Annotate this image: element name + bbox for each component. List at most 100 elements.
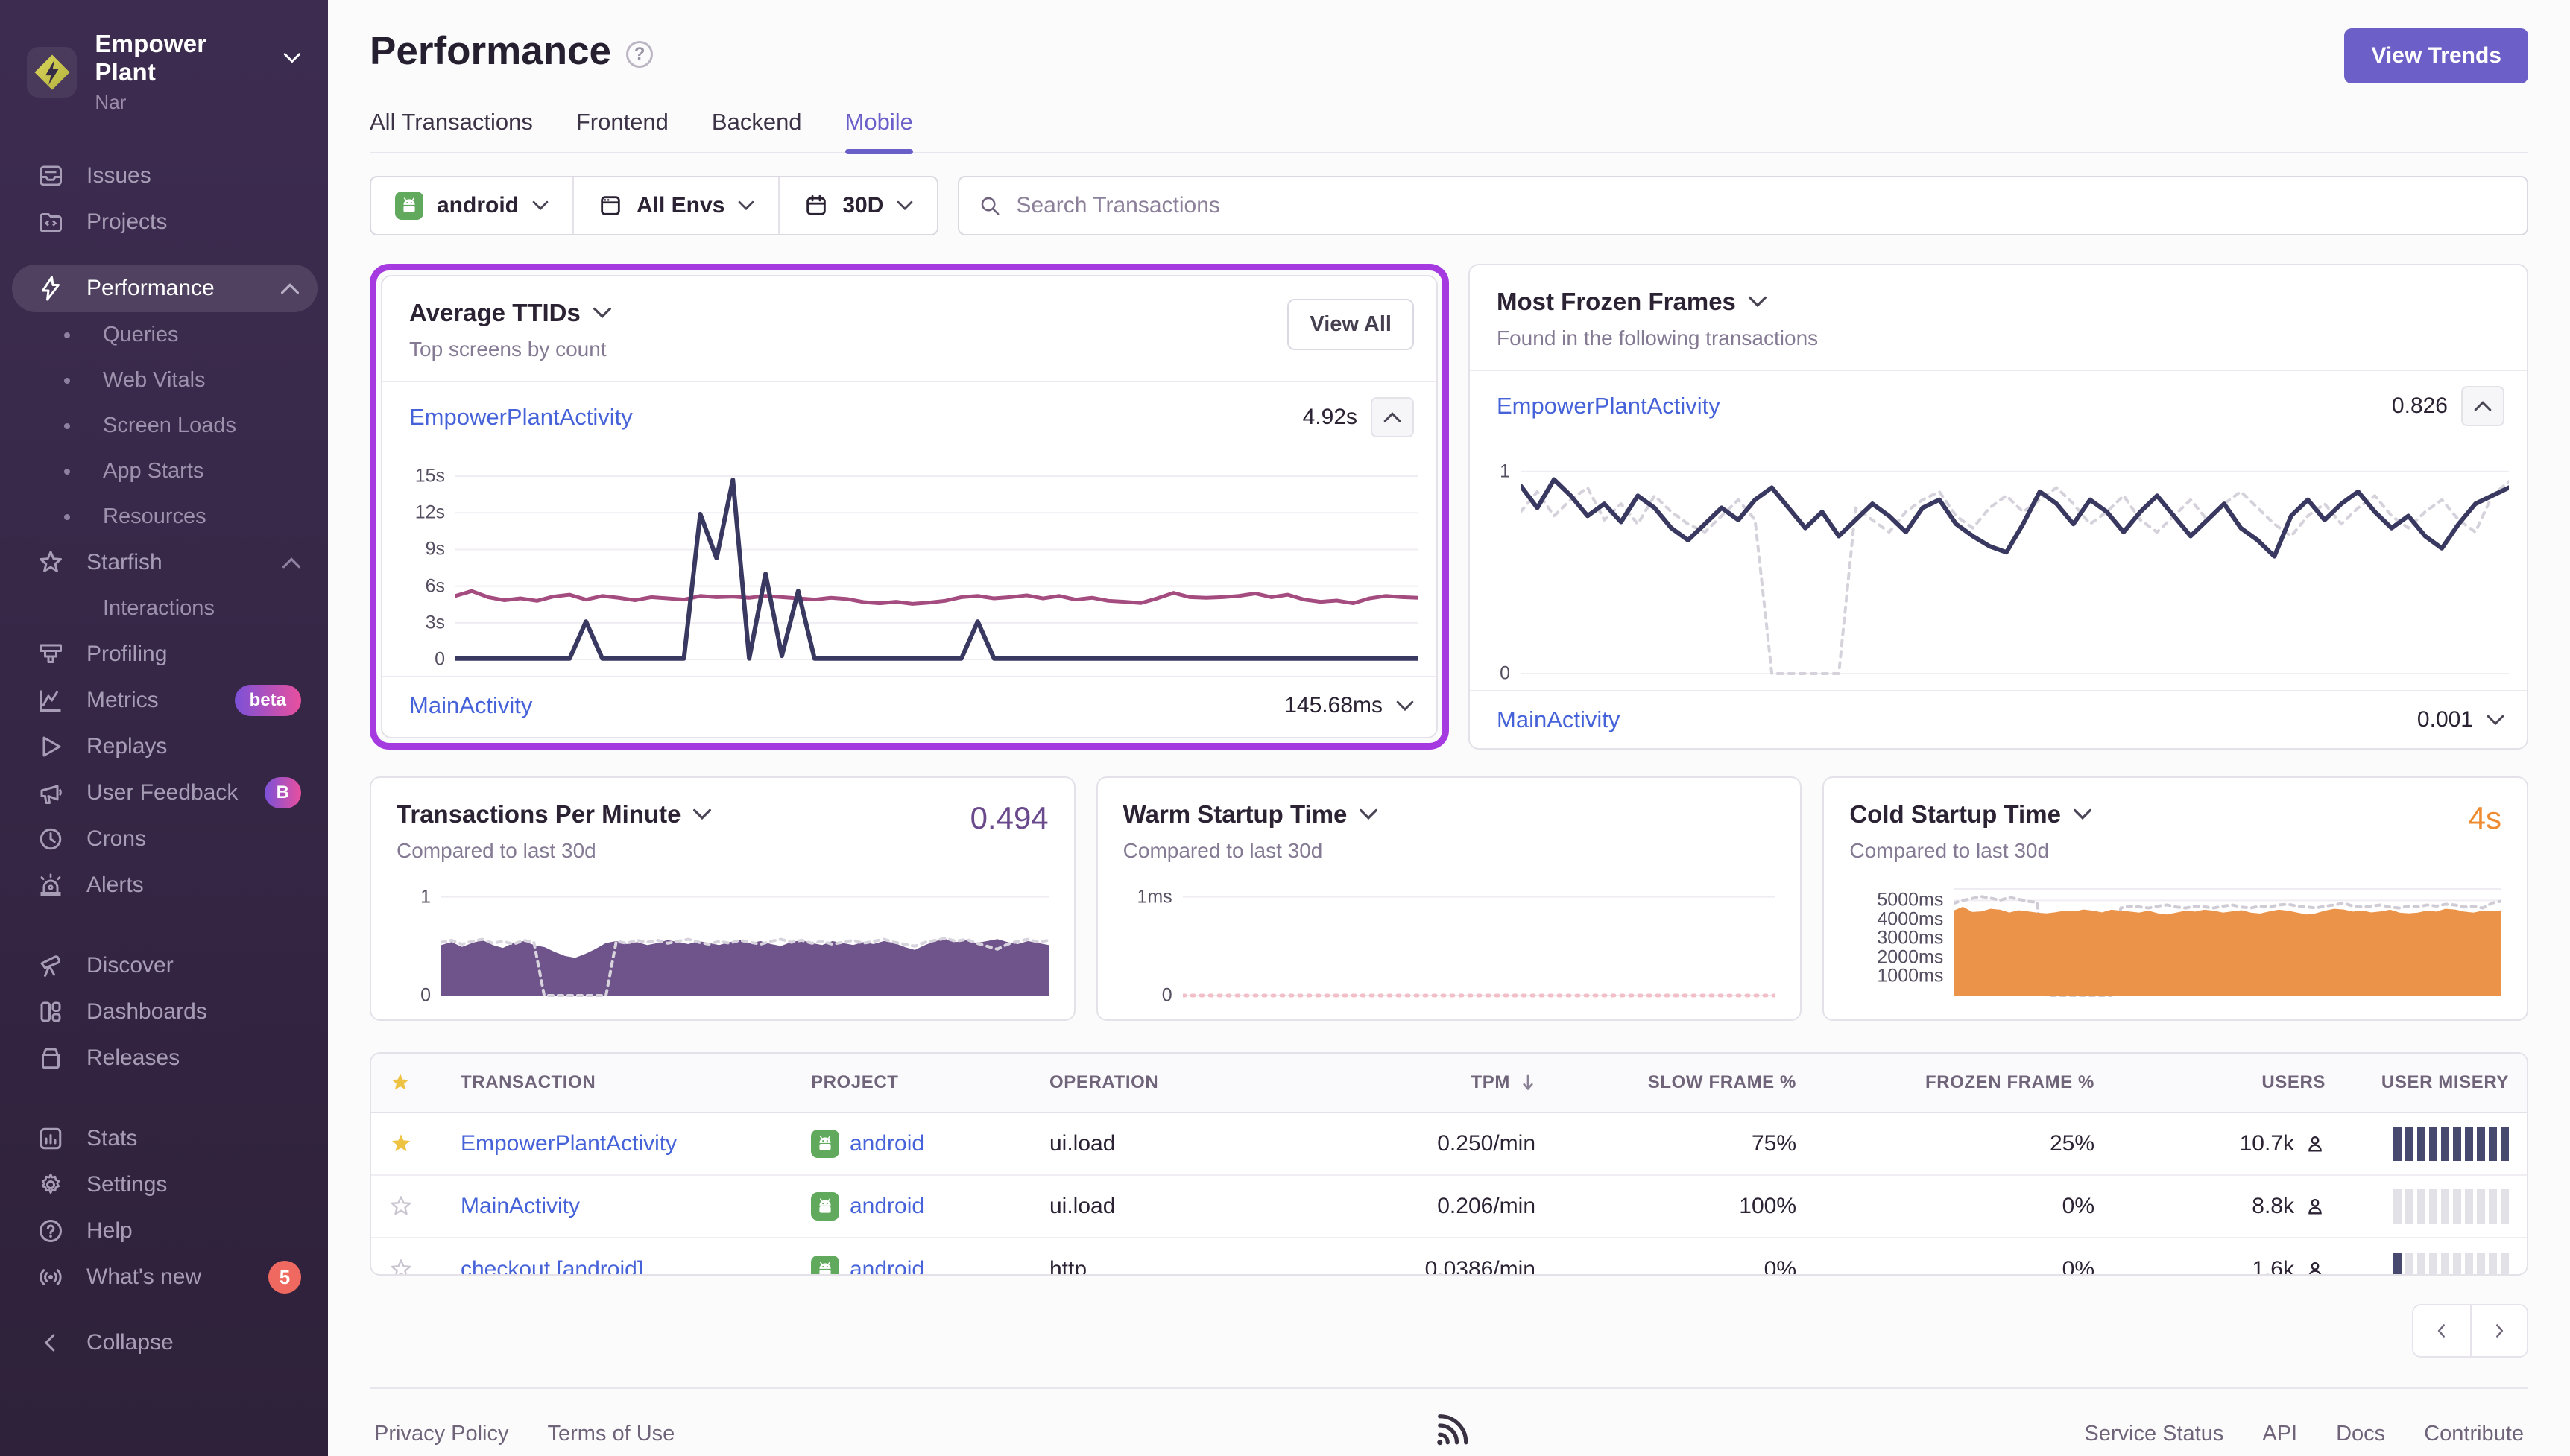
transaction-link[interactable]: checkout [android] (461, 1257, 643, 1274)
collapse-row-button[interactable] (2461, 386, 2504, 426)
transaction-link[interactable]: EmpowerPlantActivity (1497, 393, 1720, 420)
col-operation[interactable]: OPERATION (1032, 1072, 1345, 1093)
card-subtitle: Compared to last 30d (397, 839, 596, 862)
tab-mobile[interactable]: Mobile (844, 109, 914, 154)
metric-value: 0.001 (2416, 707, 2473, 732)
sidebar-item-label: Stats (86, 1126, 138, 1150)
chevron-down-icon (2073, 808, 2091, 820)
cold-startup-card: Cold Startup Time Compared to last 30d 4… (1822, 776, 2529, 1021)
sidebar-item-crons[interactable]: Crons (0, 816, 328, 862)
sidebar-item-issues[interactable]: Issues (0, 153, 328, 199)
org-logo (27, 46, 78, 98)
sidebar-item-discover[interactable]: Discover (0, 943, 328, 989)
project-filter[interactable]: android (371, 177, 572, 234)
sidebar-item-performance[interactable]: Performance (12, 265, 318, 312)
date-range-filter[interactable]: 30D (778, 177, 937, 234)
sidebar-item-screen-loads[interactable]: Screen Loads (0, 403, 328, 449)
search-icon (982, 197, 1000, 215)
sidebar-item-collapse[interactable]: Collapse (0, 1320, 328, 1366)
sidebar-item-settings[interactable]: Settings (0, 1162, 328, 1208)
footer: Privacy Policy Terms of Use Service Stat… (370, 1387, 2528, 1456)
sidebar-item-queries[interactable]: Queries (0, 312, 328, 358)
sidebar-item-label: Discover (86, 953, 174, 978)
cold-startup-title-dropdown[interactable]: Cold Startup Time (1849, 800, 2092, 829)
view-trends-button[interactable]: View Trends (2344, 28, 2528, 83)
user-misery-bars (2393, 1253, 2509, 1274)
sidebar-item-interactions[interactable]: Interactions (0, 586, 328, 631)
terms-link[interactable]: Terms of Use (548, 1422, 675, 1446)
view-all-button[interactable]: View All (1287, 299, 1414, 350)
sidebar-item-dashboards[interactable]: Dashboards (0, 989, 328, 1035)
most-frozen-frames-title-dropdown[interactable]: Most Frozen Frames (1497, 288, 2500, 316)
environment-filter[interactable]: All Envs (572, 177, 778, 234)
transaction-link[interactable]: MainActivity (409, 692, 532, 719)
star-toggle[interactable] (389, 1258, 413, 1274)
user-icon (2308, 1262, 2322, 1274)
prev-page-button[interactable] (2413, 1305, 2470, 1356)
next-page-button[interactable] (2470, 1305, 2527, 1356)
collapse-row-button[interactable] (1371, 397, 1414, 437)
pagination (2412, 1304, 2528, 1358)
api-link[interactable]: API (2262, 1422, 2297, 1446)
col-tpm[interactable]: TPM (1345, 1072, 1553, 1093)
col-user-misery[interactable]: USER MISERY (2343, 1072, 2527, 1093)
sidebar-item-label: User Feedback (86, 780, 239, 805)
sidebar-item-whats-new[interactable]: What's new 5 (0, 1254, 328, 1300)
col-project[interactable]: PROJECT (793, 1072, 1032, 1093)
sidebar-item-label: Collapse (86, 1330, 174, 1355)
sidebar-item-label: Queries (103, 323, 179, 346)
cold-startup-value: 4s (2468, 800, 2502, 835)
sidebar-item-web-vitals[interactable]: Web Vitals (0, 358, 328, 403)
sidebar-item-projects[interactable]: Projects (0, 199, 328, 245)
sidebar-item-user-feedback[interactable]: User Feedback B (0, 770, 328, 816)
privacy-policy-link[interactable]: Privacy Policy (374, 1422, 509, 1446)
average-ttids-card: Average TTIDs Top screens by count View … (381, 275, 1438, 738)
contribute-link[interactable]: Contribute (2424, 1422, 2524, 1446)
sidebar-item-releases[interactable]: Releases (0, 1035, 328, 1081)
sidebar-item-resources[interactable]: Resources (0, 494, 328, 539)
sidebar-item-stats[interactable]: Stats (0, 1115, 328, 1162)
sidebar-item-alerts[interactable]: Alerts (0, 862, 328, 908)
star-toggle[interactable] (389, 1132, 413, 1156)
warm-startup-title-dropdown[interactable]: Warm Startup Time (1123, 800, 1379, 829)
project-link[interactable]: android (850, 1131, 924, 1156)
user-misery-bars (2393, 1189, 2509, 1224)
col-transaction[interactable]: TRANSACTION (443, 1072, 793, 1093)
tab-frontend[interactable]: Frontend (576, 109, 669, 152)
sidebar-item-profiling[interactable]: Profiling (0, 631, 328, 677)
sidebar-item-app-starts[interactable]: App Starts (0, 449, 328, 494)
col-slow-frame[interactable]: SLOW FRAME % (1553, 1072, 1814, 1093)
project-filter-value: android (437, 193, 519, 218)
sidebar-item-metrics[interactable]: Metrics beta (0, 677, 328, 724)
sidebar-item-replays[interactable]: Replays (0, 724, 328, 770)
search-input[interactable] (1016, 193, 2507, 218)
sidebar-item-starfish[interactable]: Starfish (0, 539, 328, 586)
page-help-icon[interactable]: ? (626, 40, 654, 68)
transaction-link[interactable]: EmpowerPlantActivity (461, 1131, 677, 1156)
operation-value: http (1049, 1257, 1087, 1276)
col-users[interactable]: USERS (2112, 1072, 2343, 1093)
col-frozen-frame[interactable]: FROZEN FRAME % (1814, 1072, 2112, 1093)
average-ttids-title-dropdown[interactable]: Average TTIDs (409, 299, 1409, 327)
docs-link[interactable]: Docs (2336, 1422, 2385, 1446)
sidebar-item-help[interactable]: Help (0, 1208, 328, 1254)
gear-icon (36, 1171, 66, 1198)
expand-row-button[interactable] (2487, 715, 2504, 726)
highlight-ring: Average TTIDs Top screens by count View … (370, 264, 1449, 750)
transaction-link[interactable]: EmpowerPlantActivity (409, 404, 633, 431)
tpm-title-dropdown[interactable]: Transactions Per Minute (397, 800, 712, 829)
sidebar-item-label: Web Vitals (103, 368, 206, 392)
tab-all-transactions[interactable]: All Transactions (370, 109, 533, 152)
project-link[interactable]: android (850, 1257, 924, 1274)
tab-backend[interactable]: Backend (712, 109, 802, 152)
star-toggle[interactable] (389, 1194, 413, 1218)
org-switcher[interactable]: Empower Plant Nar (0, 30, 328, 114)
sidebar-item-label: Releases (86, 1045, 180, 1070)
issues-icon (36, 162, 66, 189)
transaction-link[interactable]: MainActivity (1497, 706, 1620, 733)
transaction-link[interactable]: MainActivity (461, 1194, 580, 1219)
sidebar-item-label: Profiling (86, 642, 168, 666)
expand-row-button[interactable] (1396, 700, 1414, 712)
project-link[interactable]: android (850, 1194, 924, 1219)
service-status-link[interactable]: Service Status (2084, 1422, 2223, 1446)
